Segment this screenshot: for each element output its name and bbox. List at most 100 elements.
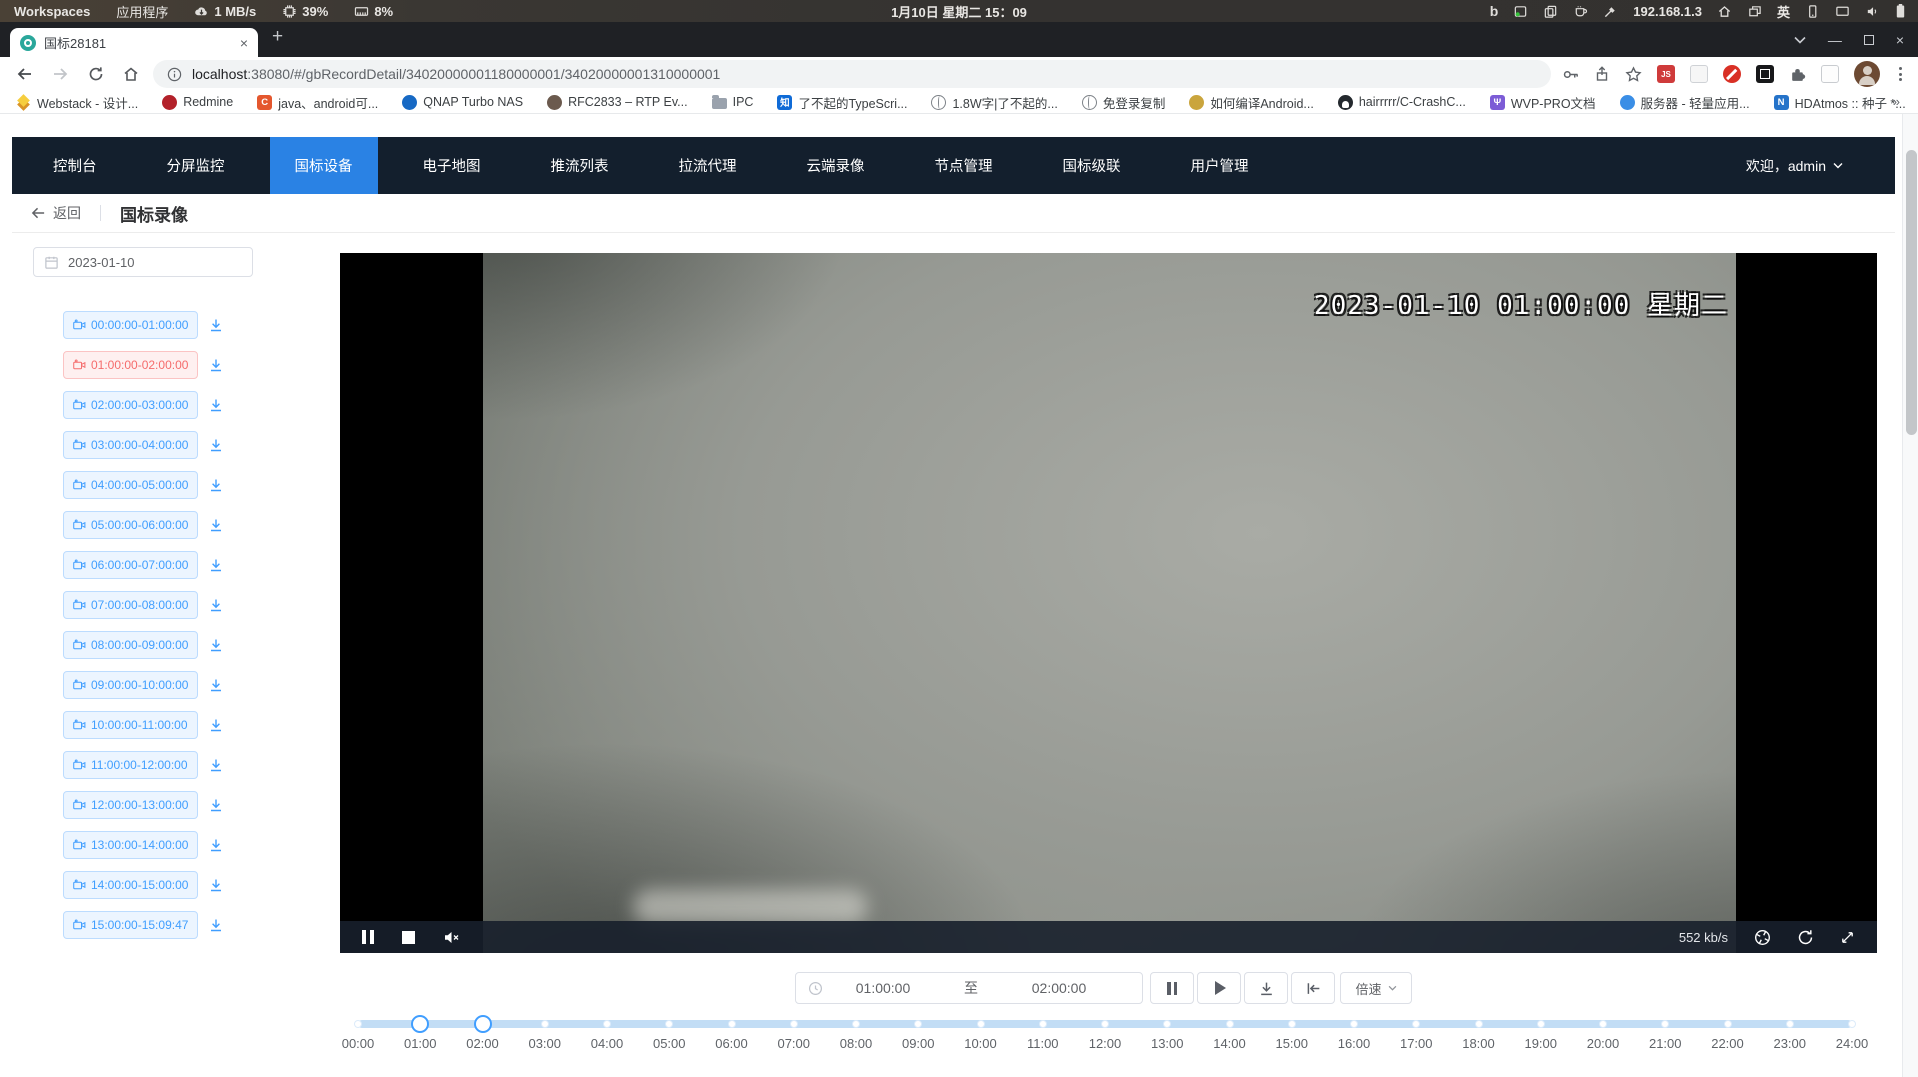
volume-tray-icon[interactable] [1865, 4, 1880, 19]
player-pause-button[interactable] [362, 930, 374, 944]
bookmark-item[interactable]: 免登录复制 [1082, 93, 1166, 112]
segment-download-button[interactable] [208, 317, 224, 333]
blocker-extension-icon[interactable] [1723, 65, 1741, 83]
bookmark-item[interactable]: 1.8W字|了不起的... [931, 93, 1057, 112]
window-maximize-button[interactable] [1864, 35, 1874, 45]
pause-button[interactable] [1150, 972, 1194, 1004]
welcome-admin-menu[interactable]: 欢迎，admin [1746, 137, 1843, 194]
window-minimize-button[interactable]: — [1828, 32, 1842, 48]
notes-extension-icon[interactable] [1821, 65, 1839, 83]
segment-pill[interactable]: 01:00:00-02:00:00 [63, 351, 198, 379]
nav-menu-item[interactable]: 云端录像 [782, 137, 890, 194]
segment-download-button[interactable] [208, 357, 224, 373]
tab-search-chevron-icon[interactable] [1794, 36, 1806, 44]
forward-icon[interactable] [52, 66, 69, 82]
back-button[interactable]: 返回 [31, 203, 81, 223]
clipboard-tray-icon[interactable] [1543, 4, 1558, 19]
fullscreen-icon[interactable] [1840, 930, 1855, 945]
page-scrollbar[interactable] [1902, 114, 1918, 1077]
nav-menu-item[interactable]: 分屏监控 [142, 137, 250, 194]
js-extension-icon[interactable]: JS [1657, 65, 1675, 83]
browser-home-icon[interactable] [123, 66, 139, 82]
player-stop-button[interactable] [402, 931, 415, 944]
segment-pill[interactable]: 10:00:00-11:00:00 [63, 711, 198, 739]
bookmark-item[interactable]: 如何编译Android... [1189, 93, 1314, 112]
segment-download-button[interactable] [208, 877, 224, 893]
bookmark-item[interactable]: 服务器 - 轻量应用... [1620, 93, 1750, 112]
segment-pill[interactable]: 05:00:00-06:00:00 [63, 511, 198, 539]
download-record-button[interactable] [1244, 972, 1288, 1004]
segment-pill[interactable]: 09:00:00-10:00:00 [63, 671, 198, 699]
replay-icon[interactable] [1797, 929, 1814, 946]
ip-address-label[interactable]: 192.168.1.3 [1633, 4, 1702, 19]
end-time-input[interactable]: 02:00:00 [1003, 980, 1115, 996]
video-player[interactable]: 2023-01-10 01:00:00 星期二 552 kb/s [340, 253, 1877, 953]
nav-menu-item[interactable]: 拉流代理 [654, 137, 762, 194]
url-bar[interactable]: localhost:38080/#/gbRecordDetail/3402000… [153, 60, 1551, 88]
browser-tab[interactable]: 国标28181 × [10, 28, 258, 57]
bing-tray-icon[interactable]: b [1490, 3, 1499, 19]
nav-menu-item[interactable]: 国标级联 [1038, 137, 1146, 194]
segment-download-button[interactable] [208, 797, 224, 813]
segment-download-button[interactable] [208, 477, 224, 493]
start-time-input[interactable]: 01:00:00 [827, 980, 939, 996]
segment-pill[interactable]: 12:00:00-13:00:00 [63, 791, 198, 819]
segment-download-button[interactable] [208, 757, 224, 773]
timeline-handle[interactable] [411, 1015, 429, 1033]
extensions-puzzle-icon[interactable] [1789, 66, 1806, 83]
scrollbar-thumb[interactable] [1906, 150, 1917, 435]
phone-link-tray-icon[interactable] [1805, 4, 1820, 19]
bookmark-item[interactable]: Ψ WVP-PRO文档 [1490, 93, 1596, 112]
bookmark-item[interactable]: Redmine [162, 95, 233, 110]
profile-avatar[interactable] [1854, 61, 1880, 87]
bookmark-item[interactable]: IPC [712, 95, 754, 109]
timeline-handle[interactable] [474, 1015, 492, 1033]
segment-pill[interactable]: 06:00:00-07:00:00 [63, 551, 198, 579]
segment-pill[interactable]: 07:00:00-08:00:00 [63, 591, 198, 619]
bookmark-item[interactable]: C java、android可... [257, 93, 378, 112]
site-info-icon[interactable] [167, 67, 182, 82]
segment-pill[interactable]: 04:00:00-05:00:00 [63, 471, 198, 499]
display-tray-icon[interactable] [1835, 4, 1850, 19]
bookmark-star-icon[interactable] [1625, 66, 1642, 83]
workspaces-button[interactable]: Workspaces [14, 4, 90, 19]
memory-indicator[interactable]: 8% [354, 4, 393, 19]
segment-pill[interactable]: 00:00:00-01:00:00 [63, 311, 198, 339]
volume-muted-icon[interactable] [443, 930, 461, 945]
document-extension-icon[interactable] [1690, 65, 1708, 83]
bookmark-item[interactable]: N HDAtmos :: 种子 *... [1774, 93, 1906, 112]
nav-menu-item[interactable]: 电子地图 [398, 137, 506, 194]
nav-menu-item[interactable]: 国标设备 [270, 137, 378, 194]
workspace-switcher-icon[interactable] [1747, 4, 1762, 19]
nav-menu-item[interactable]: 控制台 [28, 137, 122, 194]
segment-download-button[interactable] [208, 397, 224, 413]
bookmark-item[interactable]: Webstack - 设计... [16, 93, 138, 112]
battery-tray-icon[interactable] [1895, 3, 1906, 19]
seek-back-button[interactable] [1291, 972, 1335, 1004]
segment-download-button[interactable] [208, 557, 224, 573]
segment-pill[interactable]: 02:00:00-03:00:00 [63, 391, 198, 419]
segment-download-button[interactable] [208, 597, 224, 613]
window-close-button[interactable]: × [1896, 32, 1904, 48]
segment-download-button[interactable] [208, 717, 224, 733]
share-icon[interactable] [1594, 66, 1610, 82]
bookmark-item[interactable]: 知 了不起的TypeScri... [777, 93, 907, 112]
reload-icon[interactable] [88, 66, 104, 82]
system-clock[interactable]: 1月10日 星期二 15：09 [891, 2, 1027, 21]
snapshot-aperture-icon[interactable] [1754, 929, 1771, 946]
applications-button[interactable]: 应用程序 [116, 2, 168, 21]
playback-speed-select[interactable]: 倍速 [1340, 972, 1412, 1004]
bookmarks-overflow-chevron[interactable]: » [1893, 94, 1900, 109]
segment-download-button[interactable] [208, 517, 224, 533]
segment-pill[interactable]: 11:00:00-12:00:00 [63, 751, 198, 779]
password-key-icon[interactable] [1562, 66, 1579, 83]
nav-menu-item[interactable]: 推流列表 [526, 137, 634, 194]
segment-download-button[interactable] [208, 637, 224, 653]
nav-menu-item[interactable]: 节点管理 [910, 137, 1018, 194]
segment-download-button[interactable] [208, 677, 224, 693]
segment-pill[interactable]: 15:00:00-15:09:47 [63, 911, 198, 939]
segment-pill[interactable]: 13:00:00-14:00:00 [63, 831, 198, 859]
recorder-extension-icon[interactable] [1756, 65, 1774, 83]
home-tray-icon[interactable] [1717, 4, 1732, 19]
input-method-indicator[interactable]: 英 [1777, 2, 1790, 21]
